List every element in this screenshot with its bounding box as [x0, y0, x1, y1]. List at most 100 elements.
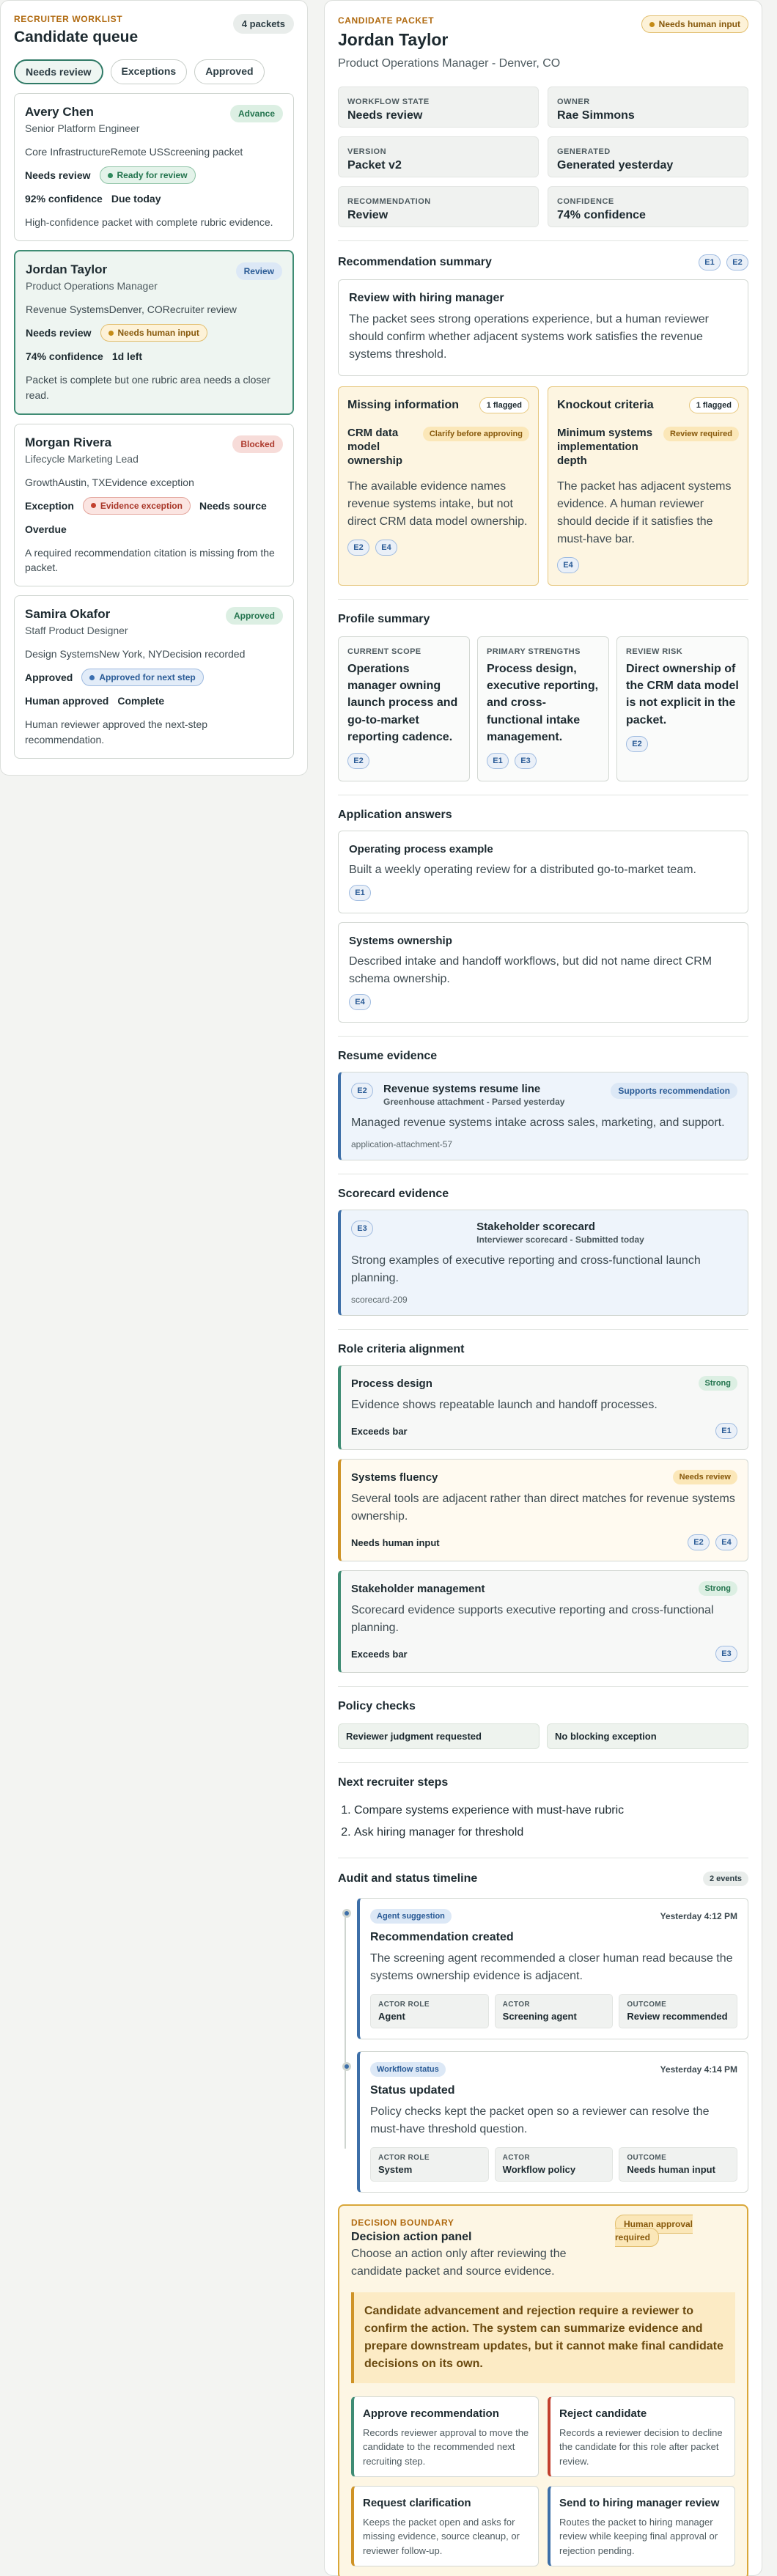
candidate-desc: High-confidence packet with complete rub…	[25, 216, 273, 228]
field-workflow-state: WORKFLOW STATE Needs review	[338, 87, 539, 128]
candidate-desc: Packet is complete but one rubric area n…	[26, 374, 270, 401]
candidate-due: Complete	[117, 695, 165, 707]
summary-box: Review with hiring manager The packet se…	[338, 279, 748, 376]
evidence-ref[interactable]: E1	[487, 752, 509, 769]
tab-needs-review[interactable]: Needs review	[14, 59, 103, 84]
packet-candidate-name: Jordan Taylor	[338, 30, 449, 49]
tab-approved[interactable]: Approved	[194, 59, 265, 84]
state-chip: Needs human input	[100, 324, 207, 342]
candidate-state: Needs review	[25, 169, 91, 181]
next-step-item: Ask hiring manager for threshold	[354, 1822, 748, 1844]
section-title-recommendation: Recommendation summary	[338, 256, 492, 268]
status-dot-icon	[649, 21, 655, 27]
candidate-name: Avery Chen	[25, 105, 94, 119]
evidence-ref[interactable]: E2	[347, 540, 369, 556]
candidate-state: Needs review	[26, 327, 92, 339]
section-title-policy: Policy checks	[338, 1700, 416, 1712]
field-owner: OWNER Rae Simmons	[548, 87, 748, 128]
status-badge: Approved	[225, 607, 283, 625]
candidate-role: Product Operations Manager	[26, 280, 158, 292]
tab-exceptions[interactable]: Exceptions	[110, 59, 188, 84]
candidate-card-jordan-taylor[interactable]: Jordan Taylor Product Operations Manager…	[14, 250, 294, 415]
packet-fields: WORKFLOW STATE Needs review OWNER Rae Simm…	[338, 87, 748, 227]
evidence-ref[interactable]: E2	[726, 254, 748, 271]
candidate-due: Overdue	[25, 523, 67, 535]
timeline: Agent suggestion Yesterday 4:12 PM Recomm…	[338, 1897, 748, 2193]
section-title-answers: Application answers	[338, 809, 452, 821]
profile-current-scope: CURRENT SCOPE Operations manager owning l…	[338, 636, 470, 781]
section-title-timeline: Audit and status timeline	[338, 1872, 478, 1885]
evidence-ref[interactable]: E3	[515, 752, 537, 769]
packet-count-badge: 4 packets	[232, 14, 294, 34]
evidence-ref[interactable]: E1	[715, 1423, 737, 1439]
section-title-next-steps: Next recruiter steps	[338, 1776, 449, 1789]
criteria-process-design: Process design Strong Evidence shows repe…	[338, 1365, 748, 1450]
status-dot-icon	[108, 330, 114, 336]
resume-evidence-card[interactable]: E2 Revenue systems resume line Greenhouse …	[338, 1072, 748, 1160]
candidate-stat: Human approved	[25, 695, 109, 707]
candidate-stat: Needs source	[199, 499, 267, 512]
candidate-stat: 74% confidence	[26, 350, 103, 363]
evidence-ref[interactable]: E2	[626, 735, 648, 752]
evidence-ref[interactable]: E2	[351, 1083, 373, 1099]
candidate-card-morgan-rivera[interactable]: Morgan Rivera Lifecycle Marketing Lead B…	[14, 423, 294, 587]
candidate-role: Staff Product Designer	[25, 625, 128, 637]
packet-status-chip: Needs human input	[641, 15, 748, 33]
status-dot-icon	[89, 674, 95, 680]
evidence-ref[interactable]: E2	[688, 1534, 710, 1550]
candidate-name: Morgan Rivera	[25, 435, 112, 449]
candidate-state: Approved	[25, 671, 73, 684]
evidence-ref[interactable]: E1	[349, 885, 371, 901]
candidate-name: Samira Okafor	[25, 607, 111, 622]
candidate-desc: Human reviewer approved the next-step re…	[25, 718, 208, 746]
profile-primary-strengths: PRIMARY STRENGTHS Process design, executi…	[477, 636, 609, 781]
candidate-meta: Revenue SystemsDenver, CORecruiter revie…	[26, 303, 237, 316]
evidence-ref[interactable]: E3	[715, 1646, 737, 1662]
decision-action-panel: DECISION BOUNDARY Decision action panel …	[338, 2204, 748, 2576]
status-dot-icon	[107, 172, 113, 178]
evidence-ref[interactable]: E1	[699, 254, 721, 271]
section-title-profile: Profile summary	[338, 613, 430, 625]
evidence-ref[interactable]: E4	[375, 540, 397, 556]
request-clarification-button[interactable]: Request clarification Keeps the packet op…	[351, 2485, 539, 2566]
candidate-name: Jordan Taylor	[26, 262, 108, 277]
candidate-card-samira-okafor[interactable]: Samira Okafor Staff Product Designer App…	[14, 595, 294, 759]
evidence-ref[interactable]: E4	[557, 557, 579, 574]
status-dot-icon	[90, 503, 96, 509]
flag-count: 1 flagged	[479, 397, 529, 413]
timeline-event: Agent suggestion Yesterday 4:12 PM Recomm…	[342, 1897, 748, 2039]
state-chip: Approved for next step	[81, 669, 204, 687]
scorecard-evidence-card[interactable]: E3 Stakeholder scorecard Interviewer score…	[338, 1210, 748, 1316]
worklist-title: Candidate queue	[14, 29, 139, 45]
answer-item: Operating process example Built a weekly …	[338, 831, 748, 913]
reject-candidate-button[interactable]: Reject candidate Records a reviewer decis…	[548, 2396, 735, 2477]
section-title-scorecard: Scorecard evidence	[338, 1188, 449, 1200]
approve-recommendation-button[interactable]: Approve recommendation Records reviewer a…	[351, 2396, 539, 2477]
candidate-role: Senior Platform Engineer	[25, 122, 140, 134]
status-badge: Blocked	[232, 435, 283, 453]
status-badge: Advance	[229, 105, 283, 122]
timeline-dot-icon	[342, 1908, 351, 1918]
status-badge: Review	[235, 262, 282, 281]
candidate-desc: A required recommendation citation is mi…	[25, 546, 275, 574]
filter-tabs: Needs review Exceptions Approved	[14, 59, 294, 84]
candidate-card-avery-chen[interactable]: Avery Chen Senior Platform Engineer Adva…	[14, 93, 294, 242]
candidate-state: Exception	[25, 499, 74, 512]
field-recommendation: RECOMMENDATION Review	[338, 186, 539, 227]
criteria-stakeholder-management: Stakeholder management Strong Scorecard e…	[338, 1570, 748, 1673]
evidence-ref[interactable]: E4	[349, 994, 371, 1010]
supports-badge: Supports recommendation	[611, 1083, 737, 1099]
evidence-ref[interactable]: E3	[351, 1221, 373, 1237]
timeline-dot-icon	[342, 2061, 351, 2071]
candidate-meta: GrowthAustin, TXEvidence exception	[25, 476, 194, 488]
packet-role: Product Operations Manager - Denver, CO	[338, 57, 561, 70]
candidate-role: Lifecycle Marketing Lead	[25, 452, 139, 465]
decision-warning: Candidate advancement and rejection requ…	[351, 2292, 735, 2383]
missing-information-box: Missing information 1 flagged CRM data mo…	[338, 386, 539, 586]
send-to-hiring-manager-button[interactable]: Send to hiring manager review Routes the …	[548, 2485, 735, 2566]
policy-check: No blocking exception	[547, 1723, 748, 1749]
flag-count: 1 flagged	[688, 397, 739, 413]
evidence-ref[interactable]: E2	[347, 752, 369, 769]
evidence-ref[interactable]: E4	[715, 1534, 737, 1550]
candidate-due: 1d left	[111, 350, 143, 363]
